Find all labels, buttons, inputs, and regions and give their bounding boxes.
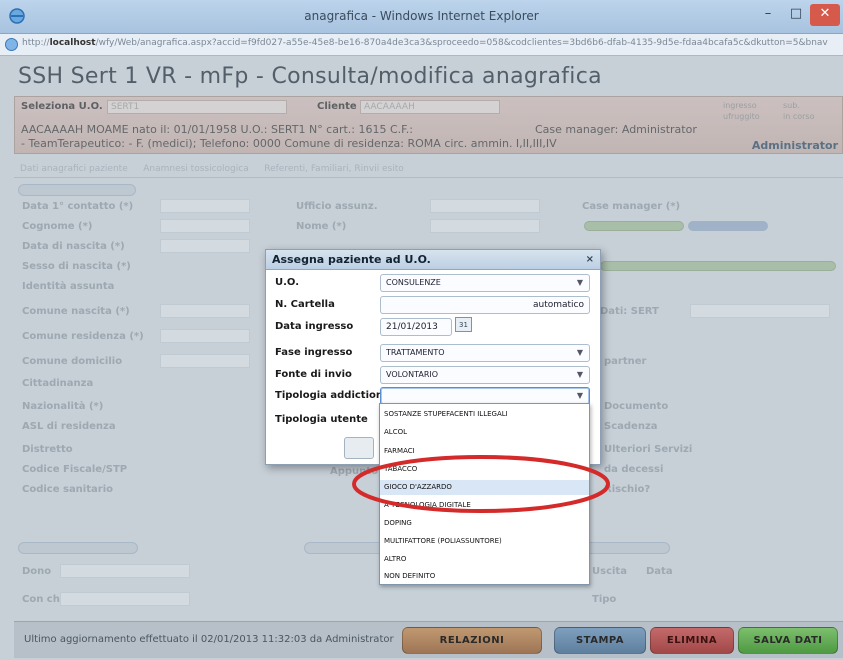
dropdown-option[interactable]: DOPING	[380, 516, 589, 531]
tipologia-addiction-dropdown: SOSTANZE STUPEFACENTI ILLEGALI ALCOL FAR…	[379, 403, 590, 585]
dropdown-option[interactable]: A TECNOLOGIA DIGITALE	[380, 498, 589, 513]
last-update-status: Ultimo aggiornamento effettuato il 02/01…	[24, 634, 394, 645]
tipologia-utente-label: Tipologia utente	[275, 414, 368, 425]
address-bar[interactable]: http://localhost/wfy/Web/anagrafica.aspx…	[0, 34, 843, 56]
dropdown-option[interactable]: SOSTANZE STUPEFACENTI ILLEGALI	[380, 407, 589, 422]
fonte-invio-value: VOLONTARIO	[386, 370, 439, 379]
chevron-down-icon: ▼	[576, 391, 583, 400]
title-bar: anagrafica - Windows Internet Explorer –…	[0, 0, 843, 34]
dropdown-option-highlighted[interactable]: GIOCO D'AZZARDO	[380, 480, 589, 495]
dialog-title: Assegna paziente ad U.O.	[272, 253, 431, 266]
calendar-icon[interactable]: 31	[455, 317, 472, 332]
fase-ingresso-select[interactable]: TRATTAMENTO ▼	[380, 344, 590, 362]
chevron-down-icon: ▼	[576, 370, 583, 379]
dropdown-option[interactable]: FARMACI	[380, 444, 589, 459]
uo-select[interactable]: CONSULENZE ▼	[380, 274, 590, 292]
dialog-close-icon[interactable]: ×	[586, 250, 594, 270]
fonte-invio-select[interactable]: VOLONTARIO ▼	[380, 366, 590, 384]
n-cartella-input[interactable]: automatico	[380, 296, 590, 314]
close-icon[interactable]: ✕	[810, 4, 840, 26]
data-ingresso-label: Data ingresso	[275, 321, 354, 332]
dropdown-option[interactable]: TABACCO	[380, 462, 589, 477]
uo-value: CONSULENZE	[386, 278, 441, 287]
fase-ingresso-label: Fase ingresso	[275, 347, 353, 358]
dropdown-option[interactable]: ALTRO	[380, 552, 589, 567]
uo-label: U.O.	[275, 277, 299, 288]
relazioni-button[interactable]: RELAZIONI	[402, 627, 542, 654]
tipologia-addiction-label: Tipologia addiction	[275, 390, 384, 401]
data-ingresso-input[interactable]: 21/01/2013	[380, 318, 452, 336]
footer-bar: Ultimo aggiornamento effettuato il 02/01…	[14, 621, 843, 658]
elimina-button[interactable]: ELIMINA	[650, 627, 734, 654]
fonte-invio-label: Fonte di invio	[275, 369, 352, 380]
chevron-down-icon: ▼	[576, 348, 583, 357]
dropdown-option[interactable]: ALCOL	[380, 425, 589, 440]
n-cartella-label: N. Cartella	[275, 299, 335, 310]
window-title: anagrafica - Windows Internet Explorer	[304, 9, 539, 23]
dialog-title-bar: Assegna paziente ad U.O. ×	[266, 250, 600, 270]
chevron-down-icon: ▼	[576, 278, 583, 287]
url-text[interactable]: http://localhost/wfy/Web/anagrafica.aspx…	[22, 38, 832, 52]
dropdown-option[interactable]: NON DEFINITO	[380, 569, 589, 584]
dialog-action-button[interactable]	[344, 437, 374, 459]
page-icon	[5, 38, 18, 51]
dropdown-option[interactable]: MULTIFATTORE (POLIASSUNTORE)	[380, 534, 589, 549]
fase-ingresso-value: TRATTAMENTO	[386, 348, 445, 357]
minimize-icon[interactable]: –	[756, 4, 780, 26]
maximize-icon[interactable]: □	[784, 4, 808, 26]
salva-dati-button[interactable]: SALVA DATI	[738, 627, 838, 654]
stampa-button[interactable]: STAMPA	[554, 627, 646, 654]
browser-window: anagrafica - Windows Internet Explorer –…	[0, 0, 843, 660]
